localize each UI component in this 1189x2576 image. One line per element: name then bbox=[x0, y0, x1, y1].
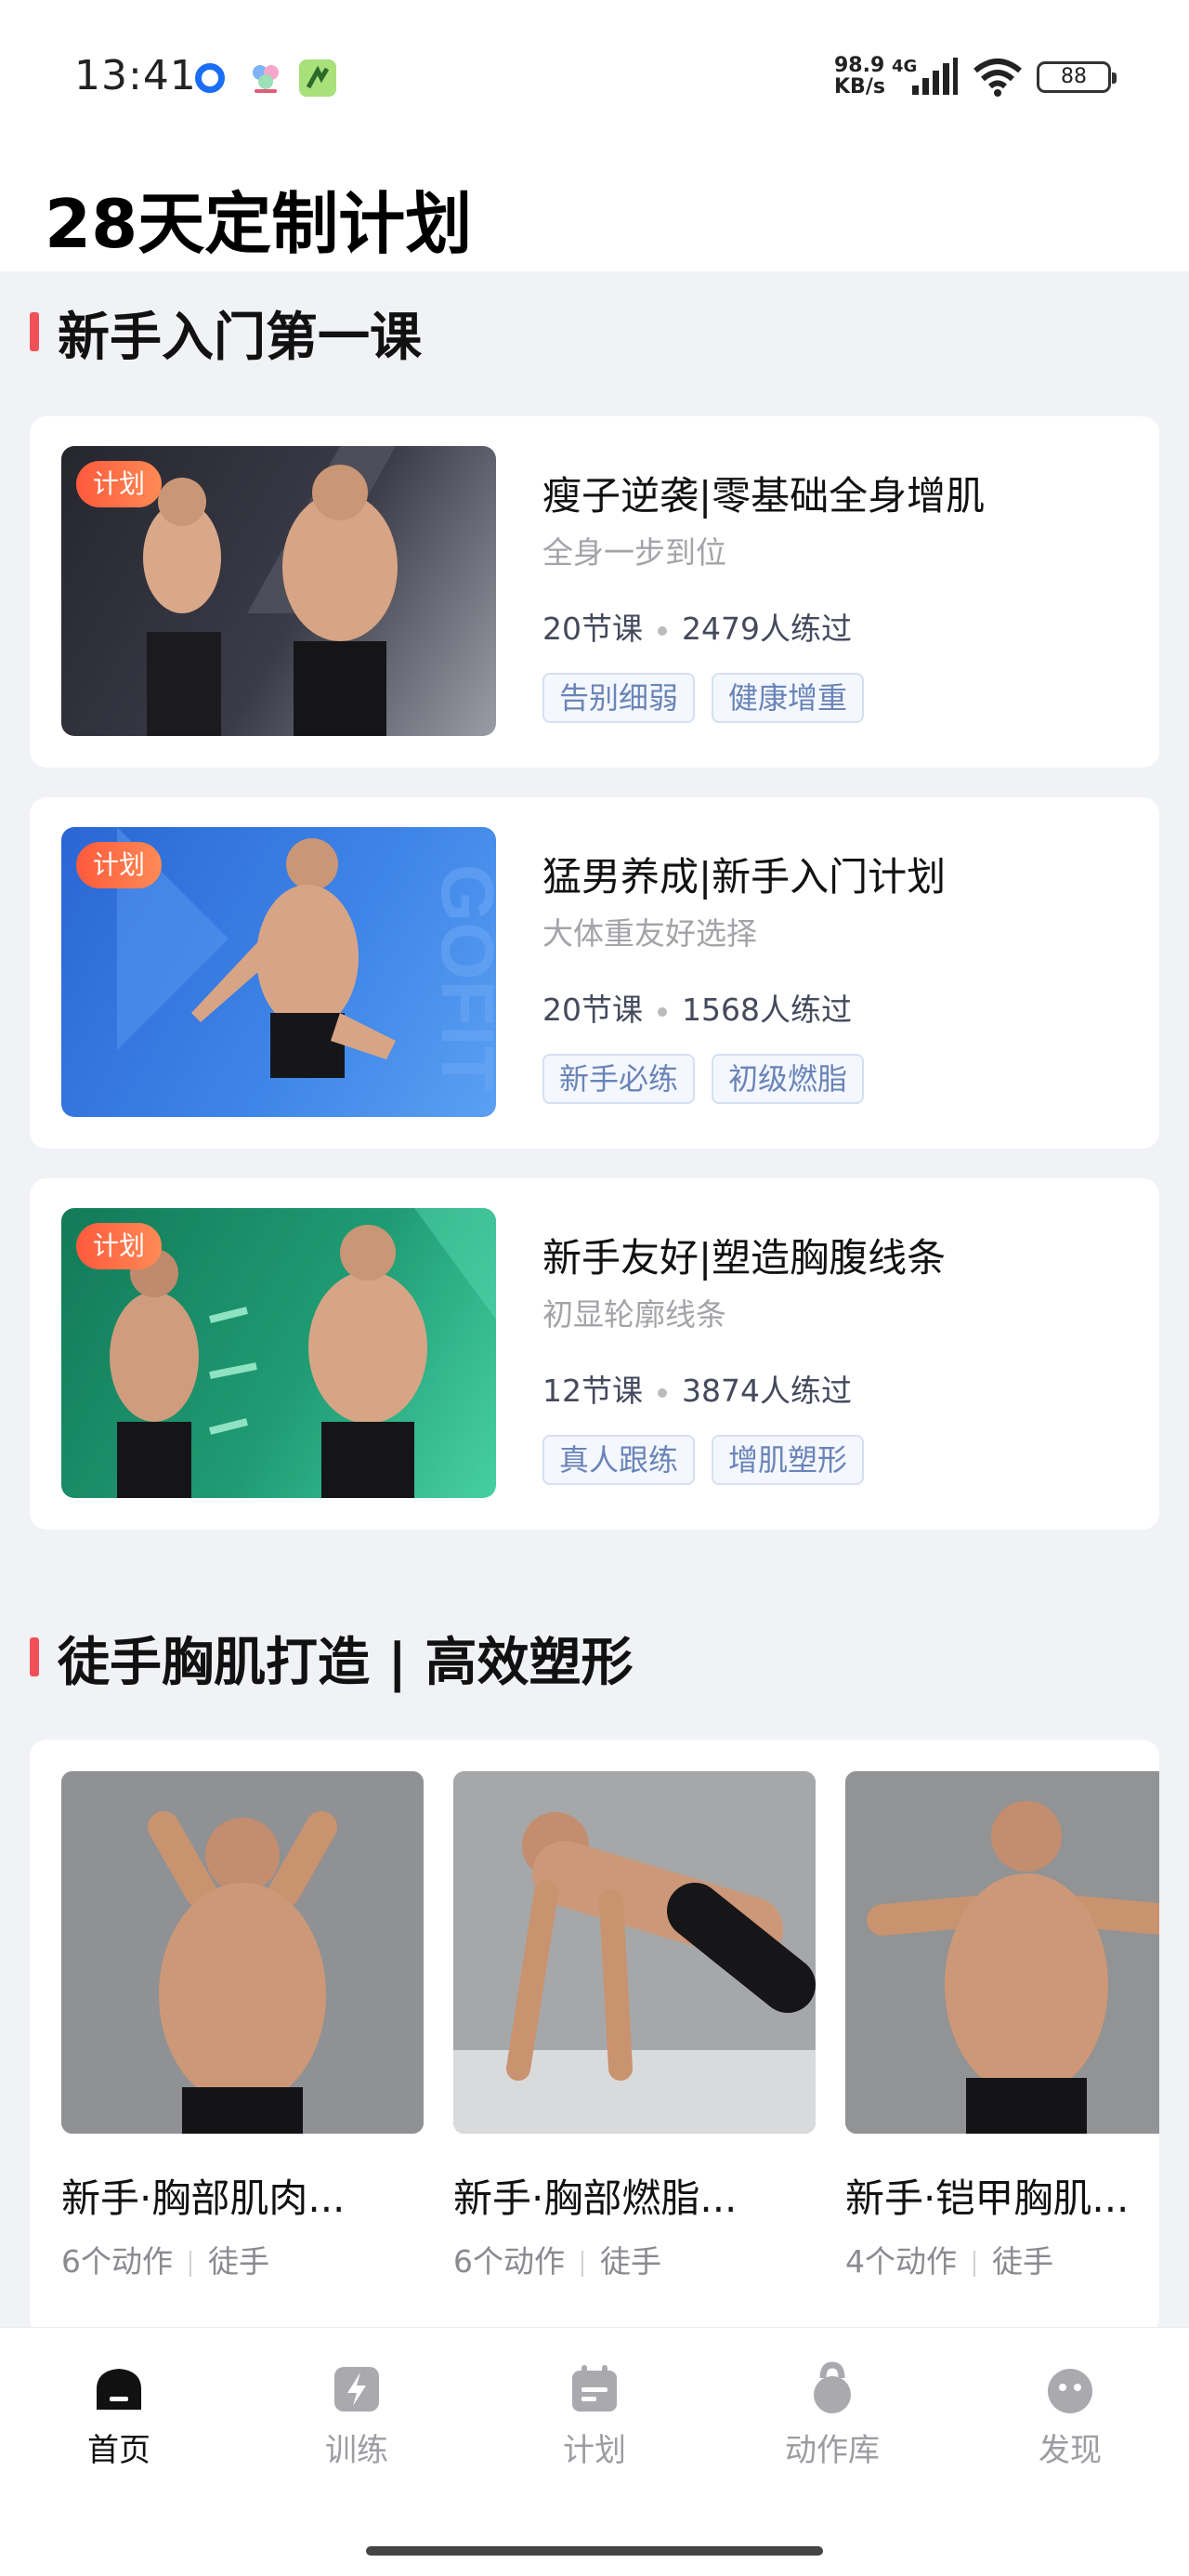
home-indicator[interactable] bbox=[366, 2546, 823, 2556]
tab-home[interactable]: 首页 bbox=[45, 2361, 193, 2470]
plan-image: 计划 bbox=[61, 446, 496, 736]
workout-image bbox=[845, 1771, 1159, 2134]
plan-tags: 新手必练 初级燃脂 bbox=[542, 1054, 865, 1104]
section-title-chest: 徒手胸肌打造 | 高效塑形 bbox=[58, 1633, 634, 1693]
plan-badge: 计划 bbox=[76, 461, 163, 507]
tab-train[interactable]: 训练 bbox=[282, 2361, 431, 2470]
svg-text:GOFIT: GOFIT bbox=[426, 864, 496, 1092]
plan-meta: 20节课 1568人练过 bbox=[542, 985, 852, 1030]
app-notification-icon-3 bbox=[299, 59, 336, 97]
plan-tags: 真人跟练 增肌塑形 bbox=[542, 1435, 865, 1485]
plan-badge: 计划 bbox=[76, 1223, 163, 1269]
plan-tag: 告别细弱 bbox=[542, 673, 696, 723]
plan-trained-count: 3874人练过 bbox=[682, 1373, 852, 1409]
chest-workout-carousel[interactable]: 新手·胸部肌肉... 6个动作 徒手 新手·胸部燃脂... 6个动作 徒手 新手… bbox=[30, 1740, 1159, 2334]
section-title-beginner: 新手入门第一课 bbox=[58, 308, 422, 368]
status-bar: 13:41 98.9 4G KB/s 88 bbox=[0, 0, 1189, 149]
plan-image: 计划 bbox=[61, 1208, 496, 1498]
plan-title: 新手友好|塑造胸腹线条 bbox=[542, 1235, 947, 1281]
plan-tag: 新手必练 bbox=[542, 1054, 696, 1104]
plan-subtitle: 大体重友好选择 bbox=[542, 915, 757, 952]
plan-meta: 12节课 3874人练过 bbox=[542, 1366, 852, 1411]
workout-card[interactable]: 新手·胸部肌肉... 6个动作 徒手 bbox=[61, 1771, 424, 2281]
workout-image bbox=[453, 1771, 816, 2134]
plan-badge: 计划 bbox=[76, 842, 163, 888]
section-accent-bar bbox=[30, 1637, 39, 1676]
workout-title: 新手·胸部燃脂... bbox=[453, 2175, 738, 2221]
plan-card[interactable]: 计划 瘦子逆袭|零基础全身增肌 全身一步到位 20节课 2479人练过 告别细弱 … bbox=[30, 416, 1159, 768]
app-notification-icon bbox=[195, 63, 225, 93]
workout-card[interactable]: 新手·铠甲胸肌... 4个动作 徒手 bbox=[845, 1771, 1159, 2281]
plan-card[interactable]: 计划 新手友好|塑造胸腹线条 初显轮廓线条 12节课 3874人练过 真人跟练 增… bbox=[30, 1178, 1159, 1530]
status-time: 13:41 bbox=[74, 52, 197, 99]
workout-title: 新手·铠甲胸肌... bbox=[845, 2175, 1130, 2221]
workout-meta: 4个动作 徒手 bbox=[845, 2243, 1053, 2280]
tab-library[interactable]: 动作库 bbox=[758, 2361, 907, 2470]
net-speed: 98.9 4G KB/s bbox=[834, 54, 918, 99]
plan-title: 猛男养成|新手入门计划 bbox=[542, 854, 947, 900]
tab-discover[interactable]: 发现 bbox=[996, 2361, 1144, 2470]
plan-lessons: 12节课 bbox=[542, 1373, 643, 1409]
workout-card[interactable]: 新手·胸部燃脂... 6个动作 徒手 bbox=[453, 1771, 816, 2281]
calendar-icon bbox=[572, 2365, 617, 2412]
plan-image: GOFIT 计划 bbox=[61, 827, 496, 1117]
kettlebell-icon bbox=[814, 2361, 851, 2413]
battery-indicator: 88 bbox=[1037, 61, 1117, 93]
workout-meta: 6个动作 徒手 bbox=[61, 2243, 269, 2280]
tab-plan[interactable]: 计划 bbox=[520, 2361, 669, 2470]
plan-card[interactable]: GOFIT 计划 猛男养成|新手入门计划 大体重友好选择 20节课 1568人练过… bbox=[30, 797, 1159, 1149]
plan-subtitle: 初显轮廓线条 bbox=[542, 1296, 726, 1333]
plan-tag: 健康增重 bbox=[712, 673, 865, 723]
page-title: 28天定制计划 bbox=[45, 185, 473, 263]
lightning-icon bbox=[334, 2367, 379, 2412]
plan-tag: 真人跟练 bbox=[542, 1435, 696, 1485]
plan-tags: 告别细弱 健康增重 bbox=[542, 673, 865, 723]
workout-title: 新手·胸部肌肉... bbox=[61, 2175, 346, 2221]
workout-image bbox=[61, 1771, 424, 2134]
plan-tag: 增肌塑形 bbox=[712, 1435, 865, 1485]
plan-lessons: 20节课 bbox=[542, 611, 643, 647]
plan-meta: 20节课 2479人练过 bbox=[542, 604, 852, 649]
app-notification-icon-2 bbox=[247, 59, 284, 97]
plan-subtitle: 全身一步到位 bbox=[542, 534, 726, 571]
workout-meta: 6个动作 徒手 bbox=[453, 2243, 661, 2280]
plan-title: 瘦子逆袭|零基础全身增肌 bbox=[542, 473, 986, 519]
home-icon bbox=[97, 2369, 141, 2410]
plan-trained-count: 2479人练过 bbox=[682, 611, 852, 647]
signal-icon bbox=[912, 58, 958, 95]
section-accent-bar bbox=[30, 312, 39, 351]
wifi-icon bbox=[973, 59, 1022, 97]
bottom-tab-bar: 首页 训练 计划 动作库 发现 bbox=[0, 2327, 1189, 2576]
discover-face-icon bbox=[1048, 2369, 1092, 2413]
plan-trained-count: 1568人练过 bbox=[682, 992, 852, 1028]
plan-tag: 初级燃脂 bbox=[712, 1054, 865, 1104]
plan-lessons: 20节课 bbox=[542, 992, 643, 1028]
